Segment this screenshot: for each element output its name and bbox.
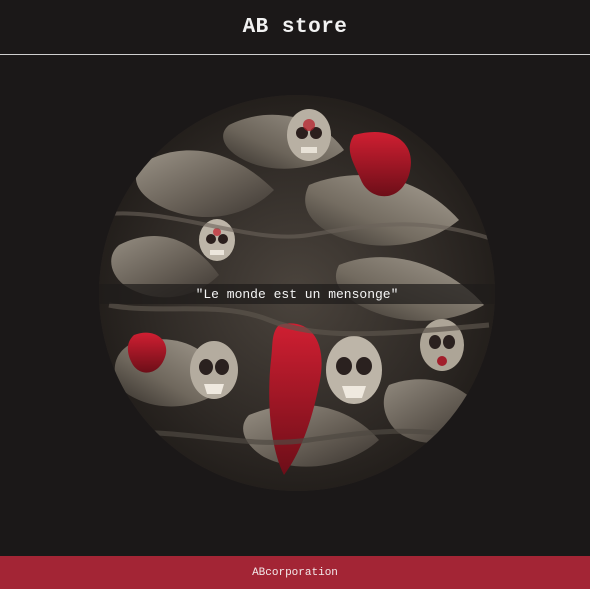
hero-quote: "Le monde est un mensonge": [195, 286, 399, 302]
artwork-skull: [326, 336, 382, 404]
header-divider: [0, 54, 590, 55]
site-footer: ABcorporation: [0, 556, 590, 589]
hero-circle-image: "Le monde est un mensonge": [99, 95, 495, 491]
footer-text: ABcorporation: [252, 566, 338, 579]
quote-banner: "Le monde est un mensonge": [99, 284, 495, 304]
site-header: AB store: [0, 0, 590, 54]
site-title: AB store: [242, 15, 348, 39]
artwork-skull: [190, 341, 238, 399]
artwork-skull: [287, 109, 331, 161]
